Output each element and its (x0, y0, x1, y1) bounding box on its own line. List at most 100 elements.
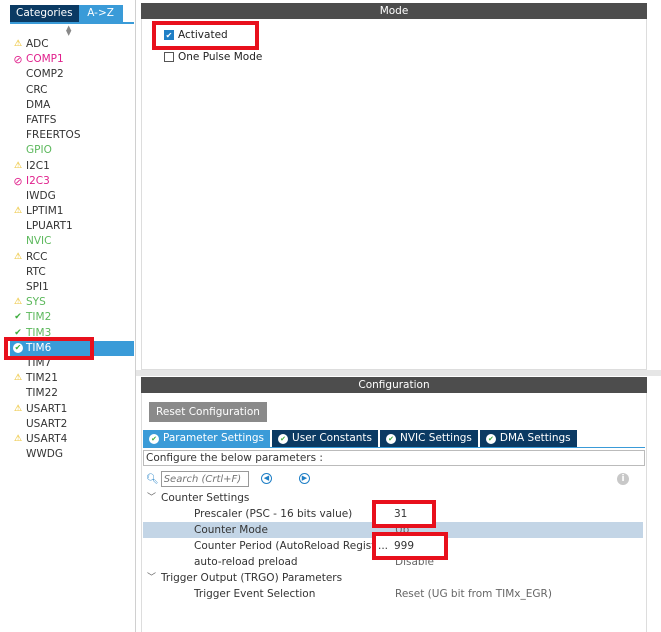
peripheral-item-iwdg[interactable]: IWDG (10, 189, 134, 204)
peripheral-item-lpuart1[interactable]: LPUART1 (10, 219, 134, 234)
peripheral-label: USART4 (26, 432, 68, 445)
highlight-box-activated (152, 21, 259, 50)
tab-a-z[interactable]: A->Z (78, 5, 123, 22)
peripheral-label: TIM21 (26, 372, 58, 385)
check-icon: ✔ (14, 312, 22, 323)
group-trigger-output[interactable]: ﹀ Trigger Output (TRGO) Parameters (143, 570, 643, 586)
peripheral-label: TIM2 (26, 311, 52, 324)
forbidden-icon: ⊘ (13, 53, 23, 67)
chevron-down-icon[interactable]: ﹀ (147, 490, 156, 506)
peripheral-label: FREERTOS (26, 129, 81, 142)
peripheral-item-spi1[interactable]: SPI1 (10, 280, 134, 295)
param-row-trigger-event[interactable]: Trigger Event Selection Reset (UG bit fr… (143, 586, 643, 602)
check-circle-icon: ✔ (149, 433, 159, 444)
peripheral-item-fatfs[interactable]: FATFS (10, 113, 134, 128)
parameters-description: Configure the below parameters : (143, 450, 645, 466)
peripheral-item-lptim1[interactable]: ⚠ LPTIM1 (10, 204, 134, 219)
mode-panel (141, 19, 647, 370)
peripheral-item-tim21[interactable]: ⚠ TIM21 (10, 371, 134, 386)
highlight-box-prescaler: 31 (372, 500, 436, 528)
param-label: Trigger Event Selection (194, 588, 316, 600)
warning-icon: ⚠ (13, 297, 23, 308)
peripheral-label: RCC (26, 250, 48, 263)
next-match-icon[interactable]: ▶ (299, 473, 310, 484)
peripheral-label: RTC (26, 265, 46, 278)
peripheral-label: LPUART1 (26, 220, 73, 233)
check-circle-icon: ✔ (485, 433, 496, 444)
warning-icon: ⚠ (13, 160, 23, 171)
configuration-header: Configuration (141, 377, 647, 393)
peripheral-item-crc[interactable]: CRC (10, 83, 134, 98)
warning-icon: ⚠ (13, 433, 23, 444)
configuration-tabs: ✔ Parameter Settings ✔ User Constants ✔ NVI… (143, 430, 579, 447)
peripheral-list: ⚠ ADC ⊘ COMP1 COMP2 CRC DMA FATFS FREERTOS GPIO ⚠ I… (10, 37, 134, 462)
peripheral-label: CRC (26, 83, 48, 96)
peripheral-panel: Categories A->Z ▲ ▼ ⚠ ADC ⊘ COMP1 COMP2 CRC DMA… (0, 0, 136, 632)
peripheral-label: ADC (26, 38, 49, 50)
warning-icon: ⚠ (13, 206, 23, 217)
tab-categories[interactable]: Categories (10, 5, 79, 22)
one-pulse-label: One Pulse Mode (178, 51, 263, 63)
reset-configuration-button[interactable]: Reset Configuration (149, 402, 267, 422)
peripheral-item-usart2[interactable]: USART2 (10, 417, 134, 432)
peripheral-item-nvic[interactable]: NVIC (10, 234, 134, 249)
peripheral-label: I2C3 (26, 174, 50, 187)
param-label: Counter Mode (194, 524, 268, 536)
previous-match-icon[interactable]: ◀ (261, 473, 272, 484)
peripheral-item-comp1[interactable]: ⊘ COMP1 (10, 52, 134, 67)
check-circle-icon: ✔ (278, 433, 289, 444)
peripheral-item-gpio[interactable]: GPIO (10, 143, 134, 158)
peripheral-item-comp2[interactable]: COMP2 (10, 67, 134, 82)
highlight-box-counter-period: ... 999 (372, 532, 448, 560)
peripheral-label: GPIO (26, 144, 52, 157)
peripheral-label: IWDG (26, 189, 56, 202)
forbidden-icon: ⊘ (13, 174, 23, 188)
peripheral-item-rtc[interactable]: RTC (10, 265, 134, 280)
tab-parameter-settings[interactable]: ✔ Parameter Settings (143, 430, 271, 447)
peripheral-label: FATFS (26, 113, 57, 126)
peripheral-item-adc[interactable]: ⚠ ADC (10, 37, 134, 52)
peripheral-item-sys[interactable]: ⚠ SYS (10, 295, 134, 310)
peripheral-label: SPI1 (26, 281, 49, 293)
peripheral-label: LPTIM1 (26, 205, 64, 218)
warning-icon: ⚠ (13, 251, 23, 262)
peripheral-item-dma[interactable]: DMA (10, 98, 134, 113)
one-pulse-checkbox[interactable] (164, 52, 174, 62)
chevron-down-icon[interactable]: ﹀ (147, 570, 156, 586)
peripheral-item-usart4[interactable]: ⚠ USART4 (10, 432, 134, 447)
param-label: Prescaler (PSC - 16 bits value) (194, 508, 353, 520)
peripheral-label: SYS (26, 296, 46, 309)
panel-divider[interactable] (136, 370, 661, 376)
tab-nvic-settings[interactable]: ✔ NVIC Settings (380, 430, 478, 447)
warning-icon: ⚠ (13, 373, 23, 384)
warning-icon: ⚠ (13, 39, 23, 49)
highlight-box-tim6 (4, 337, 94, 360)
peripheral-item-usart1[interactable]: ⚠ USART1 (10, 402, 134, 417)
peripheral-item-tim2[interactable]: ✔ TIM2 (10, 310, 134, 325)
info-icon[interactable]: i (617, 473, 629, 485)
peripheral-label: TIM22 (26, 387, 58, 400)
tab-dma-settings[interactable]: ✔ DMA Settings (479, 430, 577, 447)
mode-header: Mode (141, 3, 647, 19)
sort-icon[interactable]: ▲ ▼ (66, 25, 71, 37)
peripheral-item-i2c1[interactable]: ⚠ I2C1 (10, 159, 134, 174)
param-value-trigger-event[interactable]: Reset (UG bit from TIMx_EGR) (395, 586, 552, 602)
peripheral-item-tim22[interactable]: TIM22 (10, 386, 134, 401)
tab-underline (10, 22, 134, 24)
search-input[interactable] (160, 471, 249, 487)
peripheral-item-rcc[interactable]: ⚠ RCC (10, 250, 134, 265)
peripheral-label: WWDG (26, 448, 63, 461)
peripheral-label: DMA (26, 98, 51, 111)
search-bar: 🔍︎ (146, 471, 249, 487)
peripheral-label: COMP2 (26, 68, 64, 81)
peripheral-item-freertos[interactable]: FREERTOS (10, 128, 134, 143)
peripheral-item-wwdg[interactable]: WWDG (10, 447, 134, 462)
peripheral-label: COMP1 (26, 53, 64, 66)
one-pulse-checkbox-row[interactable]: One Pulse Mode (164, 50, 262, 64)
peripheral-label: USART1 (26, 402, 68, 415)
search-icon: 🔍︎ (146, 473, 159, 485)
tab-underline (143, 447, 645, 448)
category-tabs: Categories A->Z (10, 5, 123, 22)
tab-user-constants[interactable]: ✔ User Constants (272, 430, 378, 447)
peripheral-item-i2c3[interactable]: ⊘ I2C3 (10, 174, 134, 189)
